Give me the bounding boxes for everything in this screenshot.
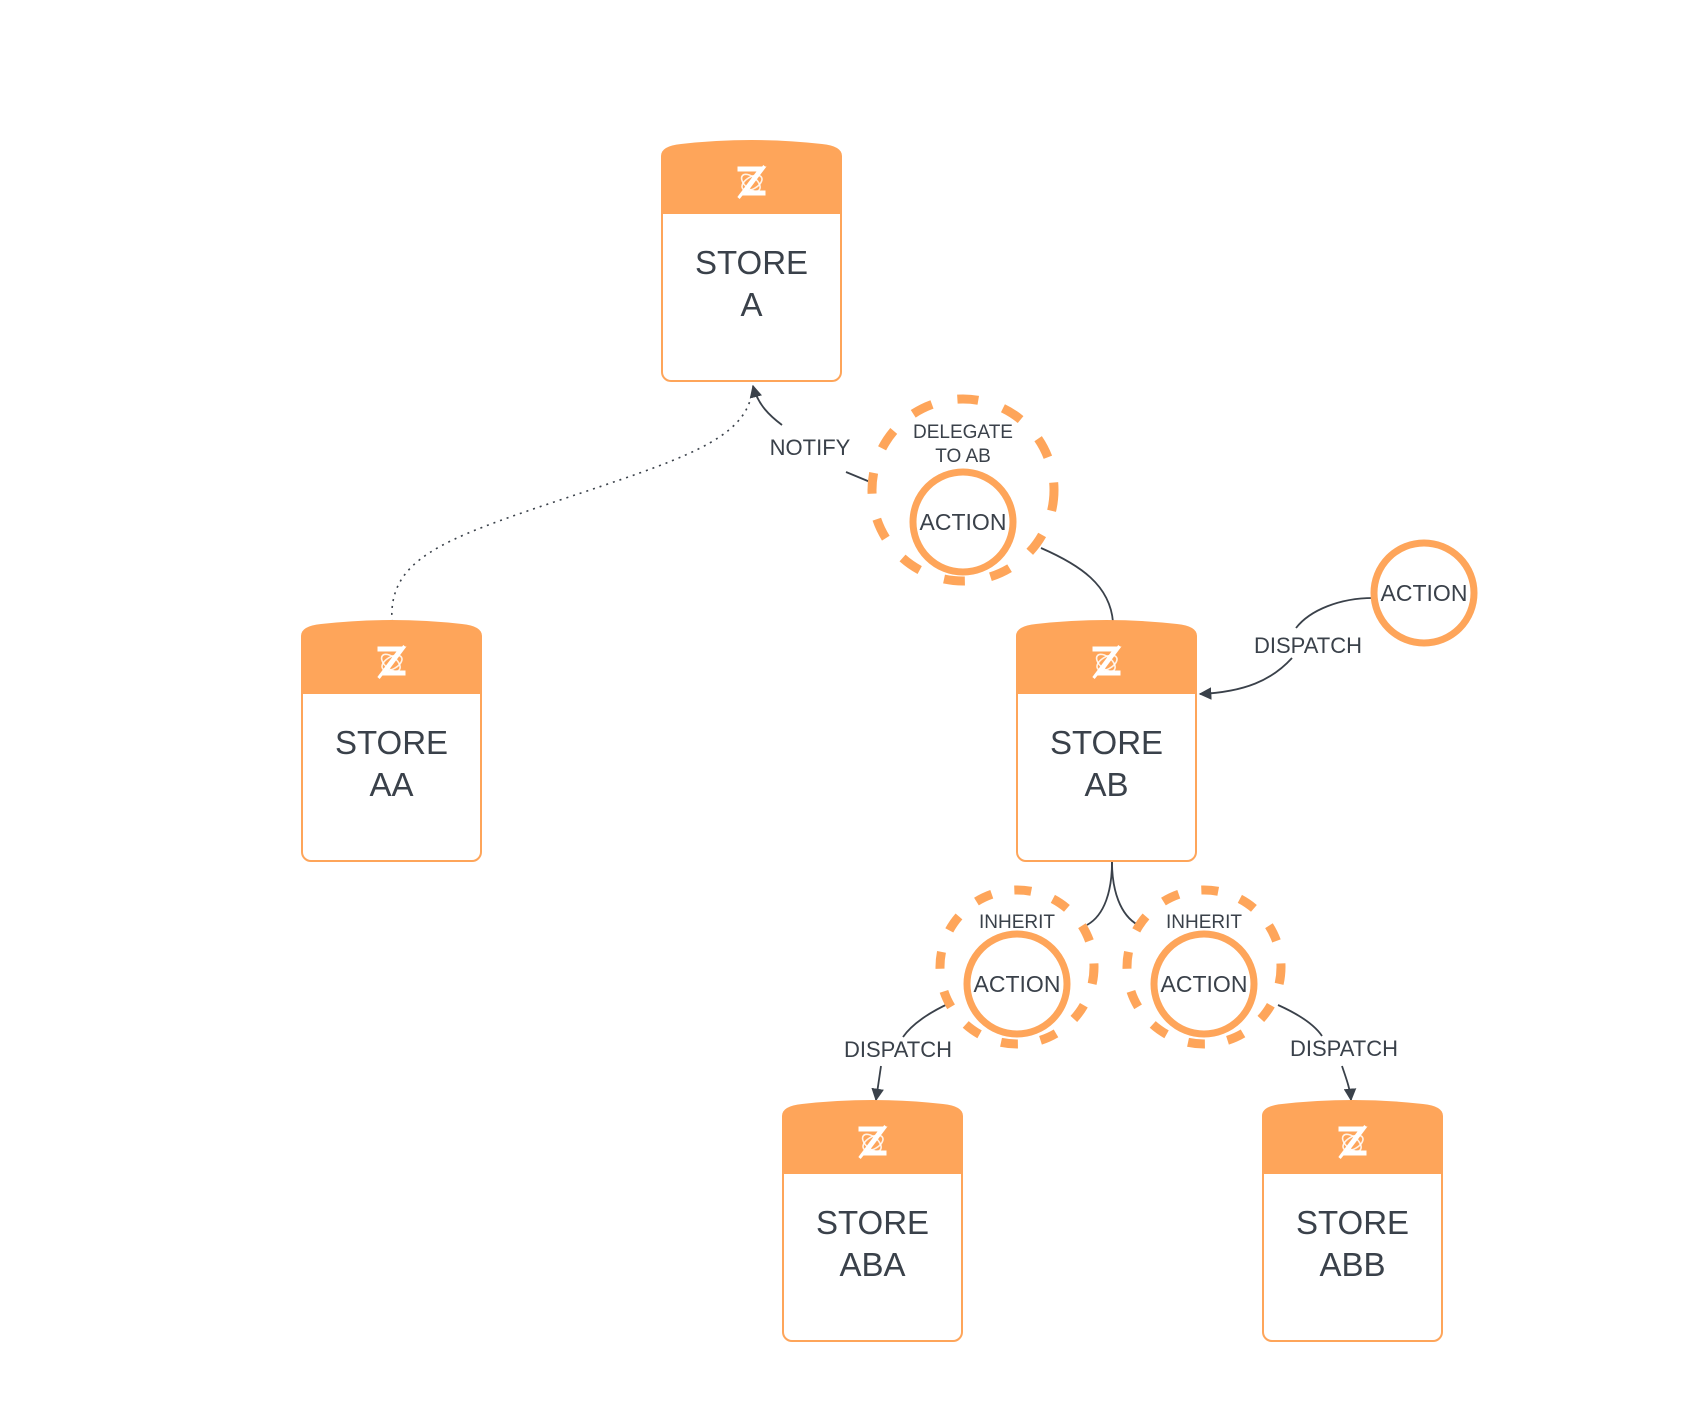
ring-label-line2: TO AB [935,446,991,467]
store-node-a[interactable]: STORE A [661,140,842,382]
edge-label-dispatch-aba: DISPATCH [844,1037,952,1062]
edge-notify-arrow[interactable] [749,384,783,426]
store-title-line1: STORE [816,1204,929,1241]
action-label: ACTION [974,971,1061,997]
edge-aa-to-a[interactable] [391,391,753,623]
edge-ab-to-inherit-left[interactable] [1086,861,1113,926]
diagram-canvas: NOTIFY DISPATCH DISPATCH DISPATCH DELEGA… [301,140,1478,1342]
store-title-line2: AB [1084,766,1128,803]
edge-dispatch-abb-arrow[interactable] [1341,1065,1357,1102]
store-title-line1: STORE [695,244,808,281]
store-title-line2: ABB [1319,1246,1385,1283]
edge-ab-to-inherit-right[interactable] [1111,861,1139,926]
action-node-delegate[interactable]: DELEGATE TO AB ACTION [867,394,1059,586]
store-title-line1: STORE [1296,1204,1409,1241]
store-title-line1: STORE [1050,724,1163,761]
store-node-aa[interactable]: STORE AA [301,620,482,862]
edge-delegate-to-ab[interactable] [1040,547,1114,623]
action-node-inherit-right[interactable]: INHERIT ACTION [1122,885,1286,1049]
store-title-line2: AA [369,766,413,803]
action-node-inherit-left[interactable]: INHERIT ACTION [935,885,1099,1049]
ring-label: INHERIT [979,912,1055,933]
edge-label-dispatch-ab: DISPATCH [1254,633,1362,658]
action-label: ACTION [1381,580,1468,606]
edge-dispatch-aba-arrow[interactable] [871,1065,884,1102]
edge-label-notify: NOTIFY [770,435,851,460]
edge-dispatch-ab-arrow[interactable] [1198,657,1293,700]
edge-dispatch-aba-top[interactable] [902,1002,951,1038]
edge-dispatch-ab-top[interactable] [1295,597,1374,629]
store-node-aba[interactable]: STORE ABA [782,1100,963,1342]
ring-label-line1: DELEGATE [913,422,1013,443]
ring-label: INHERIT [1166,912,1242,933]
store-title-line2: ABA [839,1246,905,1283]
store-title-line1: STORE [335,724,448,761]
action-label: ACTION [1161,971,1248,997]
store-node-abb[interactable]: STORE ABB [1262,1100,1443,1342]
action-node-standalone[interactable]: ACTION [1370,539,1478,647]
action-label: ACTION [920,509,1007,535]
store-node-ab[interactable]: STORE AB [1016,620,1197,862]
edge-label-dispatch-abb: DISPATCH [1290,1036,1398,1061]
edge-dispatch-abb-top[interactable] [1277,1004,1323,1037]
store-title-line2: A [740,286,762,323]
